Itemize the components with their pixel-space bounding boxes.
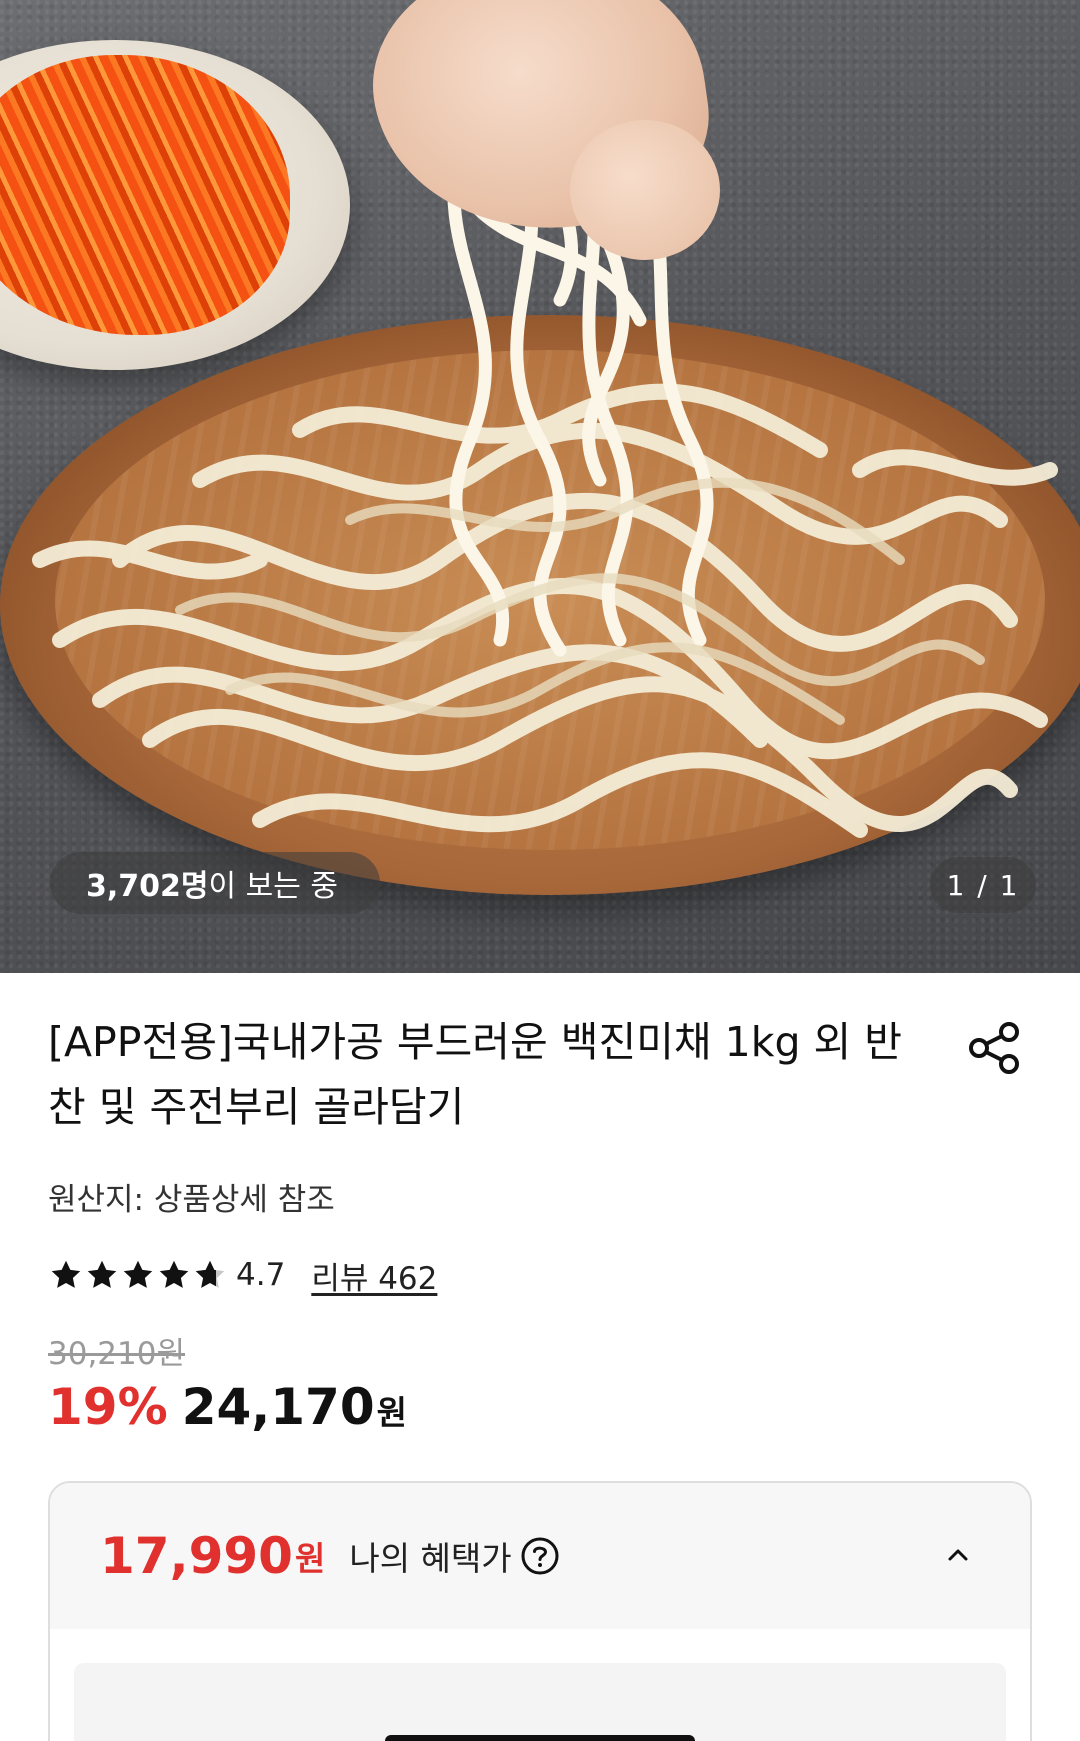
viewer-count: 3,702명 <box>86 869 209 904</box>
hand-finger <box>570 120 720 260</box>
viewer-count-badge: 3,702명 이 보는 중 <box>50 852 380 914</box>
star-icon <box>51 1260 81 1288</box>
benefit-price: 17,990 <box>100 1527 293 1585</box>
star-rating <box>48 1257 228 1293</box>
rating-row: 4.7 리뷰 462 <box>48 1253 437 1297</box>
sale-price-currency: 원 <box>376 1393 408 1432</box>
viewer-suffix: 이 보는 중 <box>208 869 338 904</box>
discount-rate: 19% <box>48 1378 168 1436</box>
star-icon <box>87 1260 117 1288</box>
origin-info: 원산지: 상품상세 참조 <box>48 1182 335 1218</box>
sale-price: 24,170 <box>181 1378 375 1436</box>
original-price: 30,210원 <box>48 1336 185 1372</box>
share-icon[interactable] <box>964 1018 1024 1078</box>
image-page-indicator: 1 / 1 <box>930 857 1036 913</box>
home-indicator <box>385 1735 695 1741</box>
chevron-up-icon[interactable] <box>942 1539 974 1571</box>
review-link[interactable]: 리뷰 462 <box>311 1253 437 1298</box>
star-half-icon <box>195 1260 225 1288</box>
question-circle-icon[interactable] <box>520 1536 560 1576</box>
benefit-detail-area <box>74 1663 1006 1741</box>
benefit-price-currency: 원 <box>294 1539 326 1578</box>
star-icon <box>123 1260 153 1288</box>
benefit-price-panel: 17,990 원 나의 혜택가 <box>48 1481 1032 1741</box>
benefit-price-header[interactable]: 17,990 원 나의 혜택가 <box>50 1483 1030 1629</box>
product-title: [APP전용]국내가공 부드러운 백진미채 1kg 외 반찬 및 주전부리 골라… <box>48 1018 903 1131</box>
price-row: 19% 24,170 원 <box>48 1378 407 1436</box>
product-image[interactable]: 3,702명 이 보는 중 1 / 1 <box>0 0 1080 973</box>
rating-value: 4.7 <box>236 1257 286 1293</box>
benefit-label: 나의 혜택가 <box>349 1539 512 1578</box>
star-icon <box>159 1260 189 1288</box>
